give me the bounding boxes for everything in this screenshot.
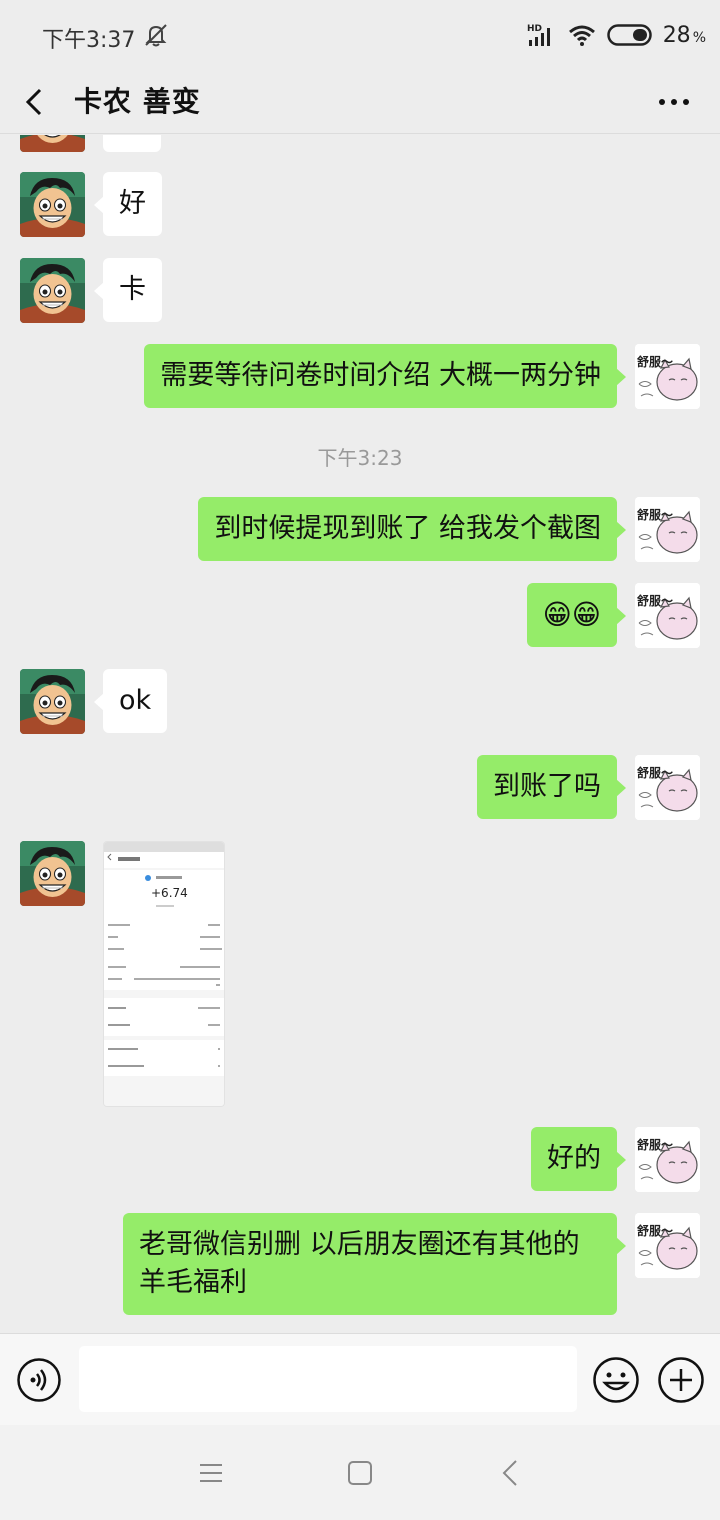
mute-bell-icon: [145, 24, 167, 47]
message-bubble-outgoing[interactable]: 需要等待问卷时间介绍 大概一两分钟: [144, 344, 626, 408]
message-bubble-incoming[interactable]: ok: [93, 669, 168, 733]
screenshot-thumbnail: +6.74: [104, 842, 224, 1106]
sticker-label: 舒服～: [636, 593, 673, 608]
message-timestamp: 下午3:23: [317, 446, 403, 470]
message-bubble-partial: [103, 135, 161, 152]
message-bubble-outgoing[interactable]: 到时候提现到账了 给我发个截图: [198, 497, 626, 561]
nav-back-icon[interactable]: [494, 1455, 530, 1491]
menu-icon[interactable]: [193, 1455, 229, 1491]
status-right: HD 28%: [527, 20, 706, 50]
image-message[interactable]: +6.74: [103, 841, 225, 1107]
chat-screen: 下午3:37 HD 28% 卡农 善变 好 卡 舒服～ 需要等待问卷时间介绍 大…: [0, 0, 720, 1520]
status-time: 下午3:37: [42, 28, 136, 53]
avatar-self[interactable]: 舒服～: [635, 583, 700, 648]
avatar[interactable]: [20, 669, 85, 734]
message-input[interactable]: [79, 1346, 577, 1412]
message-bubble-outgoing[interactable]: 老哥微信别删 以后朋友圈还有其他的羊毛福利: [123, 1213, 626, 1315]
wifi-icon: [568, 25, 595, 46]
avatar-self[interactable]: 舒服～: [635, 344, 700, 409]
more-dots-icon[interactable]: [654, 84, 694, 120]
avatar[interactable]: [20, 841, 85, 906]
voice-icon[interactable]: [16, 1357, 62, 1403]
thumbnail-amount: +6.74: [151, 886, 188, 900]
chat-title: 卡农 善变: [74, 85, 201, 118]
avatar[interactable]: [20, 258, 85, 323]
sticker-label: 舒服～: [636, 1223, 673, 1238]
avatar[interactable]: [20, 135, 85, 152]
sticker-label: 舒服～: [636, 1137, 673, 1152]
network-type: HD: [527, 24, 542, 34]
system-nav-bar: [0, 1425, 720, 1520]
plus-icon[interactable]: [657, 1356, 705, 1404]
avatar-self[interactable]: 舒服～: [635, 755, 700, 820]
avatar-self[interactable]: 舒服～: [635, 1213, 700, 1278]
signal-icon: HD: [527, 24, 550, 46]
message-bubble-outgoing[interactable]: 到账了吗: [477, 755, 626, 819]
message-list[interactable]: 好 卡 舒服～ 需要等待问卷时间介绍 大概一两分钟 下午3:23 舒服～ 到时候…: [0, 135, 720, 1333]
emoji-icon[interactable]: [592, 1356, 640, 1404]
message-bubble-emoji[interactable]: 😁😁: [526, 583, 627, 647]
message-bubble-outgoing[interactable]: 好的: [531, 1127, 626, 1191]
avatar[interactable]: [20, 172, 85, 237]
battery-icon: [606, 24, 652, 46]
avatar-self[interactable]: 舒服～: [635, 497, 700, 562]
chat-header: 卡农 善变: [0, 70, 720, 134]
sticker-label: 舒服～: [636, 354, 673, 369]
status-bar: 下午3:37 HD 28%: [0, 0, 720, 70]
battery-level: 28%: [662, 22, 706, 48]
input-bar: [0, 1333, 720, 1425]
sticker-label: 舒服～: [636, 507, 673, 522]
chevron-left-icon[interactable]: [18, 82, 52, 122]
message-bubble-incoming[interactable]: 好: [94, 172, 162, 236]
avatar-self[interactable]: 舒服～: [635, 1127, 700, 1192]
home-square-icon[interactable]: [342, 1455, 378, 1491]
sticker-label: 舒服～: [636, 765, 673, 780]
message-bubble-incoming[interactable]: 卡: [94, 258, 162, 322]
